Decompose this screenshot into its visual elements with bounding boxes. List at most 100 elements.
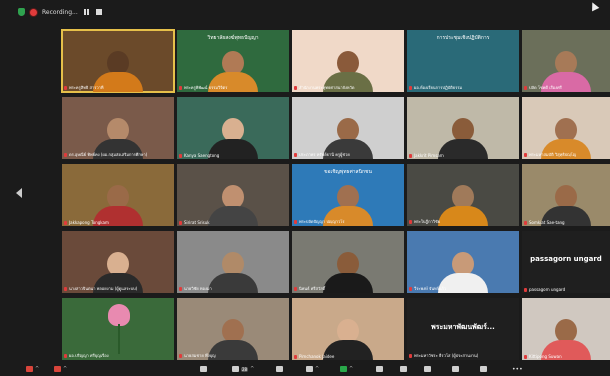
pause-recording-icon[interactable] bbox=[83, 8, 91, 16]
microphone-muted-icon bbox=[524, 287, 527, 292]
participant-tile[interactable]: นายสมชาย พึ่งบุญ bbox=[177, 298, 289, 360]
microphone-muted-icon bbox=[294, 152, 297, 157]
participant-name-label: Jakkrit Pimsarn bbox=[409, 153, 517, 158]
microphone-muted-icon bbox=[524, 220, 527, 225]
participant-name-label: พระมหาวัชระ ธีรวโส (ผู้ประสานงาน) bbox=[409, 352, 517, 359]
participant-name: Pimchanok Jaidee bbox=[299, 354, 335, 359]
microphone-muted-icon bbox=[409, 85, 412, 90]
lotus-flower-image bbox=[108, 304, 130, 326]
video-off-icon bbox=[54, 366, 61, 372]
participant-tile[interactable]: พระครูสิทธิ สารวาที bbox=[61, 29, 175, 93]
share-screen-button[interactable]: ^ bbox=[340, 364, 353, 374]
meeting-top-bar: Recording... bbox=[0, 0, 610, 24]
participant-tile[interactable]: สำนักงานพระพุทธศาสนาจังหวัด bbox=[292, 30, 404, 92]
more-button[interactable]: ••• bbox=[512, 364, 523, 374]
participants-icon bbox=[232, 366, 239, 372]
participant-name-label: นายวิชัย ทองมา bbox=[179, 285, 287, 292]
participant-tile[interactable]: passagorn ungard passagorn ungard bbox=[522, 231, 610, 293]
participant-name: Sirirat Srisuk bbox=[184, 220, 210, 225]
participant-tile[interactable]: Jakkapong Tongkam bbox=[62, 164, 174, 226]
video-button[interactable]: ^ bbox=[54, 364, 67, 374]
previous-page-arrow-icon[interactable] bbox=[16, 188, 22, 198]
microphone-muted-icon bbox=[524, 354, 527, 359]
participant-tile[interactable]: ขอเชิญพุทธศาสนิกชน พระปลัดปัญญา ปญฺญาวโร bbox=[292, 164, 404, 226]
recording-label: Recording... bbox=[42, 8, 78, 16]
participant-tile[interactable]: วิทยาลัยสงฆ์พุทธปัญญา พระครูพิพัฒน์ ธรรมว… bbox=[177, 30, 289, 92]
apps-button[interactable] bbox=[424, 364, 431, 374]
participant-tile[interactable]: Pimchanok Jaidee bbox=[292, 298, 404, 360]
participant-tile[interactable]: พระมหาสมบัติ วิสุทฺธิปญฺโญ bbox=[522, 97, 610, 159]
participant-name: พระครูสิทธิ สารวาที bbox=[69, 85, 104, 90]
participant-tile[interactable]: Kittipong Suwan bbox=[522, 298, 610, 360]
participant-tile[interactable]: Jakkrit Pimsarn bbox=[407, 97, 519, 159]
participant-tile[interactable]: พระใบฎีกาวิชัย bbox=[407, 164, 519, 226]
participant-name: Jakkapong Tongkam bbox=[69, 220, 109, 225]
participant-name: Jakkrit Pimsarn bbox=[414, 153, 444, 158]
breakout-rooms-icon bbox=[400, 366, 407, 372]
participant-name: ดร.อุษณีย์ ทิพย์คง (ผอ.กลุ่มส่งเสริมการศ… bbox=[69, 152, 148, 157]
security-button[interactable] bbox=[200, 364, 207, 374]
participant-name-label: พระครูสิทธิ สารวาที bbox=[64, 84, 172, 91]
participant-name-label: สำนักงานพระพุทธศาสนาจังหวัด bbox=[294, 84, 402, 91]
microphone-muted-icon bbox=[294, 85, 297, 90]
microphone-muted-icon bbox=[294, 286, 297, 291]
microphone-muted-icon bbox=[409, 219, 412, 224]
participant-tile[interactable]: นางสาวจินตนา พลอยงาม (ผู้ดูแลระบบ) bbox=[62, 231, 174, 293]
shield-icon[interactable] bbox=[18, 8, 25, 16]
recording-indicator[interactable]: Recording... bbox=[18, 6, 102, 18]
participant-tile[interactable]: นิพนธ์ ศรีสวัสดิ์ bbox=[292, 231, 404, 293]
participant-name: Somkiat Sae-tang bbox=[529, 220, 565, 225]
participant-name: พระมหาสมบัติ วิสุทฺธิปญฺโญ bbox=[529, 152, 577, 157]
record-button[interactable] bbox=[376, 364, 383, 374]
microphone-muted-icon bbox=[179, 153, 182, 158]
participant-name-label: Somkiat Sae-tang bbox=[524, 220, 608, 225]
reactions-button[interactable] bbox=[452, 364, 459, 374]
microphone-muted-icon bbox=[524, 85, 527, 90]
chevron-up-icon[interactable]: ^ bbox=[349, 366, 353, 372]
participant-display-name: พระมหาพัฒนพัฒร์... bbox=[431, 323, 495, 331]
share-screen-icon bbox=[340, 366, 347, 372]
participant-tile[interactable]: Sirirat Srisuk bbox=[177, 164, 289, 226]
participant-tile[interactable]: ผอ.ปริญญา ศรีบุญเรือง bbox=[62, 298, 174, 360]
microphone-muted-icon bbox=[409, 353, 412, 358]
participant-name: Kanya Saengtong bbox=[184, 153, 220, 158]
participant-name-label: พระครูพิพัฒน์ ธรรมวิจิตร bbox=[179, 84, 287, 91]
recording-dot-icon bbox=[30, 8, 37, 16]
participant-name-label: Sirirat Srisuk bbox=[179, 220, 287, 225]
participant-tile[interactable]: วีระพงษ์ จันทร์แก้ว bbox=[407, 231, 519, 293]
participant-name-label: passagorn ungard bbox=[524, 287, 608, 292]
participant-tile[interactable]: พระมหาพัฒนพัฒร์... พระมหาวัชระ ธีรวโส (ผู… bbox=[407, 298, 519, 360]
participant-tile[interactable]: ประภาพร ทรัพย์ธานี ครูผู้ช่วย bbox=[292, 97, 404, 159]
participant-tile[interactable]: Kanya Saengtong bbox=[177, 97, 289, 159]
chevron-up-icon[interactable]: ^ bbox=[35, 366, 39, 372]
microphone-muted-icon bbox=[179, 85, 182, 90]
participant-tile[interactable]: นายวิชัย ทองมา bbox=[177, 231, 289, 293]
participant-name: พระมหาวัชระ ธีรวโส (ผู้ประสานงาน) bbox=[414, 353, 479, 358]
breakout-rooms-button[interactable] bbox=[400, 364, 407, 374]
microphone-muted-icon bbox=[64, 353, 67, 358]
participant-name-label: Jakkapong Tongkam bbox=[64, 220, 172, 225]
lotus-stem bbox=[118, 324, 120, 354]
participant-tile[interactable]: Somkiat Sae-tang bbox=[522, 164, 610, 226]
participant-name: นายวิชัย ทองมา bbox=[184, 286, 212, 291]
participants-button[interactable]: 28 ^ bbox=[232, 364, 254, 374]
participant-tile[interactable]: ดร.อุษณีย์ ทิพย์คง (ผอ.กลุ่มส่งเสริมการศ… bbox=[62, 97, 174, 159]
participant-tile[interactable]: ปลัด โชคดี เรืองศรี bbox=[522, 30, 610, 92]
mute-button[interactable]: ^ bbox=[26, 364, 39, 374]
chat-button[interactable]: ^ bbox=[306, 364, 319, 374]
mouse-cursor-icon bbox=[588, 0, 600, 12]
shield-icon bbox=[200, 366, 207, 372]
participant-name: Kittipong Suwan bbox=[529, 354, 562, 359]
chevron-up-icon[interactable]: ^ bbox=[250, 366, 254, 372]
polls-button[interactable] bbox=[276, 364, 283, 374]
participants-count: 28 bbox=[241, 366, 249, 372]
apps-grid-icon bbox=[424, 366, 431, 372]
chevron-up-icon[interactable]: ^ bbox=[315, 366, 319, 372]
chevron-up-icon[interactable]: ^ bbox=[63, 366, 67, 372]
stop-recording-icon[interactable] bbox=[95, 9, 102, 15]
whiteboards-button[interactable] bbox=[480, 364, 487, 374]
microphone-muted-icon bbox=[64, 286, 67, 291]
participant-tile[interactable]: การประชุมเชิงปฏิบัติการ ผอ.ห้องเรียนการปฏ… bbox=[407, 30, 519, 92]
microphone-muted-icon bbox=[179, 286, 182, 291]
smiley-icon bbox=[452, 366, 459, 372]
